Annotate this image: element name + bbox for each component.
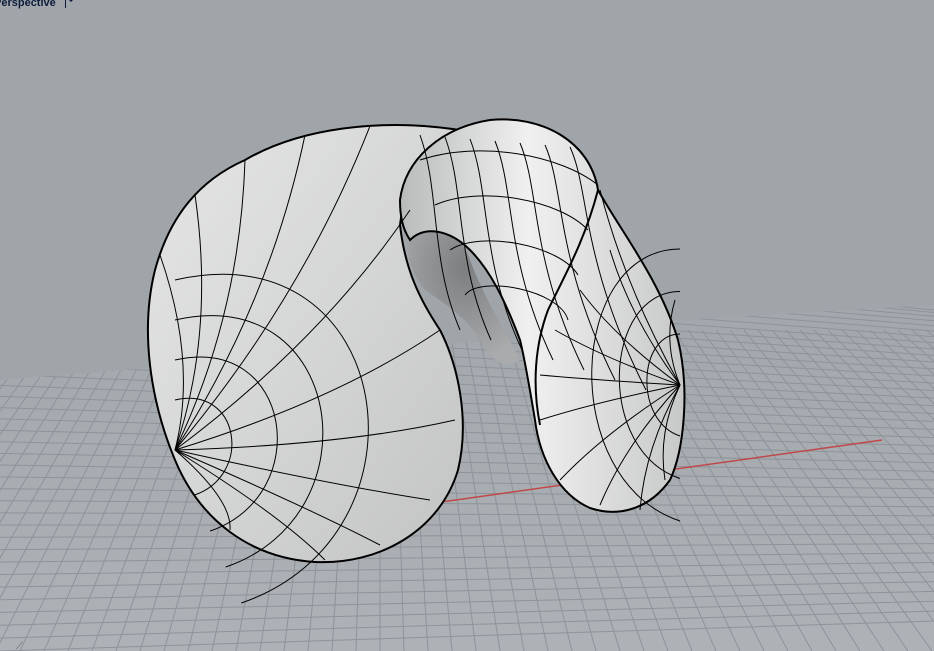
axes-gizmo-icon: ⟋ bbox=[16, 641, 23, 651]
perspective-viewport[interactable]: Perspective ⟋ bbox=[0, 0, 934, 651]
viewport-title-bar[interactable]: Perspective bbox=[0, 0, 74, 10]
construction-grid bbox=[0, 0, 934, 651]
viewport-name-label[interactable]: Perspective bbox=[0, 0, 56, 9]
viewport-canvas[interactable] bbox=[0, 0, 934, 651]
chevron-down-icon[interactable] bbox=[64, 0, 74, 8]
